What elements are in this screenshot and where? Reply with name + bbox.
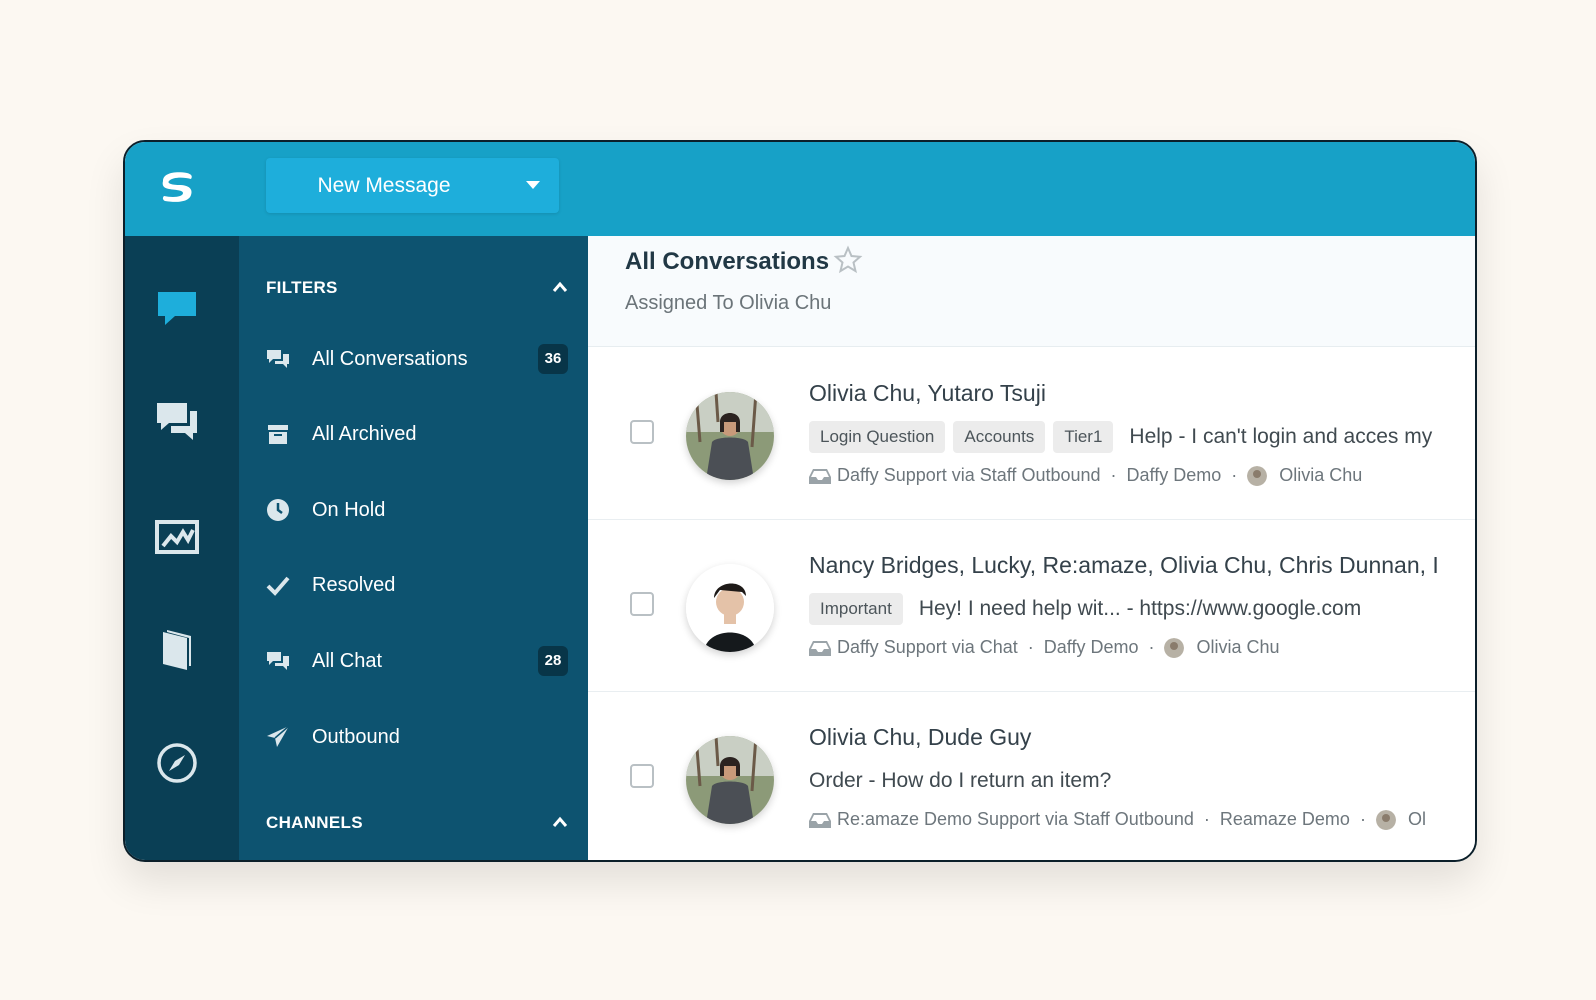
separator-dot: · [1359, 809, 1366, 829]
filters-heading[interactable]: FILTERS [266, 278, 568, 302]
assignee-avatar [1375, 809, 1396, 830]
separator-dot: · [1110, 465, 1117, 485]
row-tags-and-snippet: Important Hey! I need help wit... - http… [809, 592, 1361, 626]
message-snippet: Order - How do I return an item? [809, 769, 1112, 792]
inbox-icon [809, 468, 831, 484]
sidebar-item-label: Outbound [312, 726, 400, 748]
avatar [686, 392, 774, 480]
row-meta: Daffy Support via Staff Outbound · Daffy… [809, 465, 1362, 486]
separator-dot: · [1203, 809, 1210, 829]
list-header: All Conversations Assigned To Olivia Chu [588, 236, 1475, 347]
conversations-icon[interactable] [155, 399, 199, 443]
sidebar-item-label: All Conversations [312, 348, 468, 370]
chevron-up-icon[interactable] [552, 281, 568, 293]
brand-name: Daffy Demo [1126, 465, 1222, 485]
compass-icon[interactable] [155, 741, 199, 785]
channel-name: Daffy Support via Staff Outbound [837, 465, 1101, 485]
chat-bubble-icon[interactable] [155, 286, 199, 330]
separator-dot: · [1027, 637, 1034, 657]
tag-badge[interactable]: Tier1 [1053, 421, 1114, 453]
assignee-avatar [1164, 637, 1185, 658]
tag-badge[interactable]: Login Question [809, 421, 946, 453]
sidebar-item-resolved[interactable]: Resolved [239, 559, 588, 611]
row-checkbox[interactable] [630, 420, 654, 444]
brand-name: Reamaze Demo [1219, 809, 1350, 829]
sidebar-item-all-conversations[interactable]: All Conversations 36 [239, 333, 588, 385]
row-tags-and-snippet: Login Question Accounts Tier1 Help - I c… [809, 420, 1432, 454]
count-badge: 28 [538, 646, 568, 676]
count-badge: 36 [538, 344, 568, 374]
conversation-row[interactable]: Olivia Chu, Yutaro Tsuji Login Question … [588, 347, 1475, 520]
chats-icon [267, 350, 289, 368]
message-snippet: Hey! I need help wit... - https://www.go… [918, 597, 1362, 620]
filters-heading-label: FILTERS [266, 278, 338, 297]
reports-icon[interactable] [155, 516, 199, 560]
conversation-row[interactable]: Nancy Bridges, Lucky, Re:amaze, Olivia C… [588, 519, 1475, 692]
assignee-avatar [1247, 465, 1268, 486]
row-participants: Olivia Chu, Dude Guy [809, 724, 1032, 750]
assignee-name: Olivia Chu [1279, 465, 1363, 485]
paper-plane-icon [267, 725, 290, 747]
sidebar-item-label: Resolved [312, 574, 396, 596]
star-icon[interactable] [833, 245, 863, 275]
sidebar-item-outbound[interactable]: Outbound [239, 711, 588, 763]
filters-sidebar: FILTERS All Conversations 36 All Archive… [239, 236, 588, 860]
assignee-name: Olivia Chu [1196, 637, 1280, 657]
sidebar-item-label: All Chat [312, 650, 383, 672]
row-meta: Re:amaze Demo Support via Staff Outbound… [809, 809, 1426, 830]
separator-dot: · [1148, 637, 1155, 657]
chats-icon [267, 652, 289, 670]
top-bar: New Message [125, 142, 1475, 236]
new-message-label: New Message [317, 174, 451, 197]
new-message-button[interactable]: New Message [266, 158, 559, 213]
tag-badge[interactable]: Accounts [953, 421, 1046, 453]
checkmark-icon [266, 576, 290, 596]
row-tags-and-snippet: Order - How do I return an item? [809, 764, 1111, 798]
sidebar-item-all-chat[interactable]: All Chat 28 [239, 635, 588, 687]
channel-name: Daffy Support via Chat [837, 637, 1018, 657]
archive-box-icon [268, 425, 288, 444]
app-window: New Message FILTERS All Conversations 36… [123, 140, 1477, 862]
assignee-name: Ol [1407, 809, 1426, 829]
row-checkbox[interactable] [630, 764, 654, 788]
avatar [686, 564, 774, 652]
page-subtitle: Assigned To Olivia Chu [625, 292, 832, 314]
sidebar-item-all-archived[interactable]: All Archived [239, 408, 588, 460]
conversation-list-panel: All Conversations Assigned To Olivia Chu… [588, 236, 1475, 860]
channel-name: Re:amaze Demo Support via Staff Outbound [837, 809, 1194, 829]
row-checkbox[interactable] [630, 592, 654, 616]
chevron-up-icon[interactable] [552, 816, 568, 828]
row-meta: Daffy Support via Chat · Daffy Demo · Ol… [809, 637, 1280, 658]
inbox-icon [809, 812, 831, 828]
conversation-row[interactable]: Olivia Chu, Dude Guy Order - How do I re… [588, 691, 1475, 860]
tag-badge[interactable]: Important [809, 593, 903, 625]
inbox-icon [809, 640, 831, 656]
row-participants: Olivia Chu, Yutaro Tsuji [809, 380, 1046, 406]
brand-name: Daffy Demo [1043, 637, 1139, 657]
avatar [686, 736, 774, 824]
sidebar-item-label: On Hold [312, 499, 386, 521]
clock-icon [267, 499, 289, 521]
icon-rail [125, 236, 239, 860]
page-title: All Conversations [625, 248, 830, 275]
row-participants: Nancy Bridges, Lucky, Re:amaze, Olivia C… [809, 552, 1439, 578]
channels-heading[interactable]: CHANNELS [266, 813, 568, 837]
sidebar-item-label: All Archived [312, 423, 417, 445]
separator-dot: · [1231, 465, 1238, 485]
knowledge-book-icon[interactable] [155, 628, 199, 672]
message-snippet: Help - I can't login and acces my [1129, 425, 1433, 448]
caret-down-icon[interactable] [525, 180, 541, 190]
sidebar-item-on-hold[interactable]: On Hold [239, 484, 588, 536]
app-logo-icon[interactable] [157, 167, 197, 207]
channels-heading-label: CHANNELS [266, 813, 363, 832]
